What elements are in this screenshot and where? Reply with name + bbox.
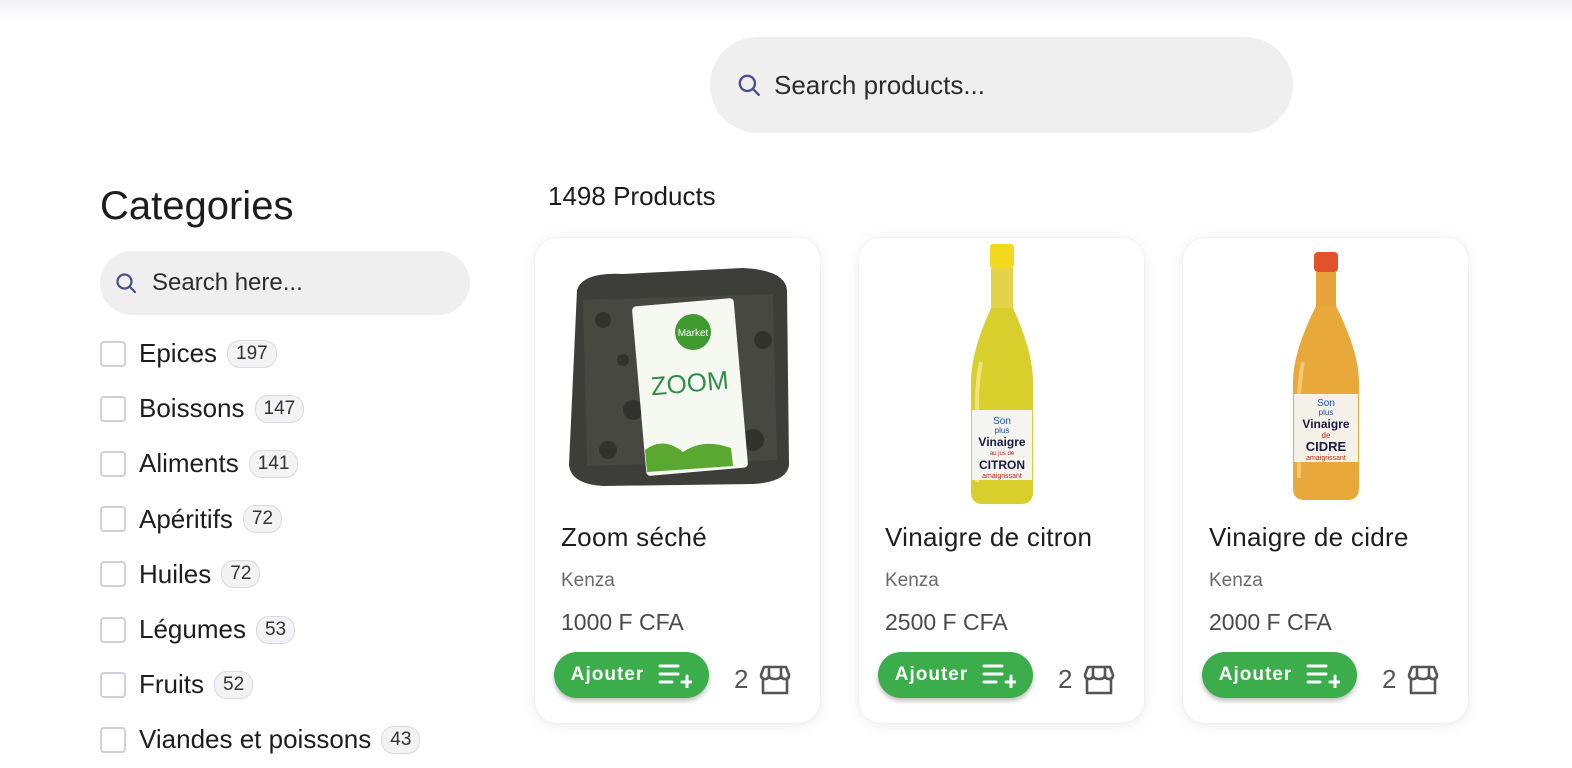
vinegar-bottle-image: Son plus Vinaigre de CIDRE amaigrissant [1292,252,1359,500]
stock-indicator: 2 [1058,664,1116,695]
category-label: Viandes et poissons [139,724,372,755]
category-label: Aliments [139,448,239,479]
search-icon [116,273,137,294]
stock-count: 2 [734,664,749,694]
product-brand: Kenza [561,570,615,591]
category-label: Huiles [139,558,212,589]
product-price: 2000 F CFA [1209,609,1332,635]
product-card[interactable]: Son plus Vinaigre de CIDRE amaigrissant … [1183,238,1468,723]
category-count-badge: 43 [381,725,421,754]
store-icon [1084,665,1115,694]
stock-count: 2 [1382,664,1397,694]
store-icon [760,665,791,694]
svg-text:CITRON: CITRON [979,458,1025,472]
category-checkbox[interactable] [100,340,126,367]
category-count-badge: 72 [242,505,283,534]
product-name[interactable]: Vinaigre de citron [885,522,1092,553]
category-count-badge: 141 [248,449,299,478]
product-search-bar[interactable] [710,37,1293,133]
category-count-badge: 197 [227,339,277,368]
category-item[interactable]: Fruits 52 [100,657,420,712]
category-item[interactable]: Légumes 53 [100,602,420,657]
category-item[interactable]: Aliments 141 [100,436,420,491]
product-card[interactable]: Market ZOOM Zoom séché Kenza 1000 F CFA … [535,238,820,723]
category-item[interactable]: Huiles 72 [100,547,420,602]
category-search-input[interactable] [152,269,452,297]
category-checkbox[interactable] [100,616,126,643]
store-icon [1408,665,1439,694]
category-checkbox[interactable] [100,450,126,477]
category-label: Fruits [139,669,204,700]
add-to-cart-button[interactable]: Ajouter [1202,652,1357,698]
category-checkbox[interactable] [100,726,126,753]
stock-count: 2 [1058,664,1073,694]
category-item[interactable]: Epices 197 [100,326,420,381]
category-label: Légumes [139,614,246,645]
top-bar-shadow [0,0,1572,22]
product-search-input[interactable] [774,69,1254,101]
category-item[interactable]: Boissons 147 [100,381,420,436]
category-label: Epices [139,338,218,369]
playlist-add-icon [658,664,693,688]
product-image[interactable]: Market ZOOM [535,242,820,508]
category-list: Epices 197 Boissons 147 Aliments 141 Apé… [100,326,421,768]
product-name[interactable]: Zoom séché [561,522,707,553]
category-search-bar[interactable] [100,251,470,315]
product-name[interactable]: Vinaigre de cidre [1209,522,1409,553]
svg-text:plus: plus [994,426,1009,435]
svg-text:Vinaigre: Vinaigre [978,435,1025,449]
add-to-cart-button[interactable]: Ajouter [878,652,1033,698]
svg-text:amaigrissant: amaigrissant [982,473,1022,480]
add-to-cart-button[interactable]: Ajouter [554,652,709,698]
categories-heading: Categories [100,184,294,228]
category-count-badge: 52 [214,670,254,699]
product-price: 1000 F CFA [561,609,684,635]
category-checkbox[interactable] [100,561,126,588]
playlist-add-icon [982,664,1017,688]
category-item[interactable]: Apéritifs 72 [100,492,420,547]
search-icon [738,74,760,96]
svg-text:Market: Market [677,328,708,339]
stock-indicator: 2 [734,664,792,695]
vinegar-bottle-image: Son plus Vinaigre au jus de CITRON amaig… [970,244,1033,504]
category-label: Boissons [139,393,245,424]
herb-bag-image: Market ZOOM [568,268,789,486]
add-button-label: Ajouter [570,664,645,685]
svg-text:plus: plus [1318,408,1333,417]
products-count: 1498 Products [548,181,716,211]
svg-text:CIDRE: CIDRE [1305,439,1346,454]
product-price: 2500 F CFA [885,609,1008,635]
category-count-badge: 147 [254,394,305,423]
add-button-label: Ajouter [1218,664,1293,685]
category-item[interactable]: Viandes et poissons 43 [100,712,421,767]
category-count-badge: 53 [255,615,296,644]
product-card[interactable]: Son plus Vinaigre au jus de CITRON amaig… [859,238,1144,723]
category-label: Apéritifs [139,503,233,534]
category-checkbox[interactable] [100,506,126,533]
svg-text:Vinaigre: Vinaigre [1302,417,1349,431]
category-checkbox[interactable] [100,395,126,422]
category-count-badge: 72 [221,560,261,589]
category-checkbox[interactable] [100,671,126,698]
product-brand: Kenza [885,570,939,591]
add-button-label: Ajouter [894,664,969,685]
stock-indicator: 2 [1382,664,1440,695]
product-image[interactable]: Son plus Vinaigre au jus de CITRON amaig… [859,242,1144,508]
product-brand: Kenza [1209,570,1263,591]
svg-text:amaigrissant: amaigrissant [1306,455,1346,462]
playlist-add-icon [1306,664,1341,688]
svg-text:au jus de: au jus de [989,451,1014,457]
product-image[interactable]: Son plus Vinaigre de CIDRE amaigrissant [1183,242,1468,508]
